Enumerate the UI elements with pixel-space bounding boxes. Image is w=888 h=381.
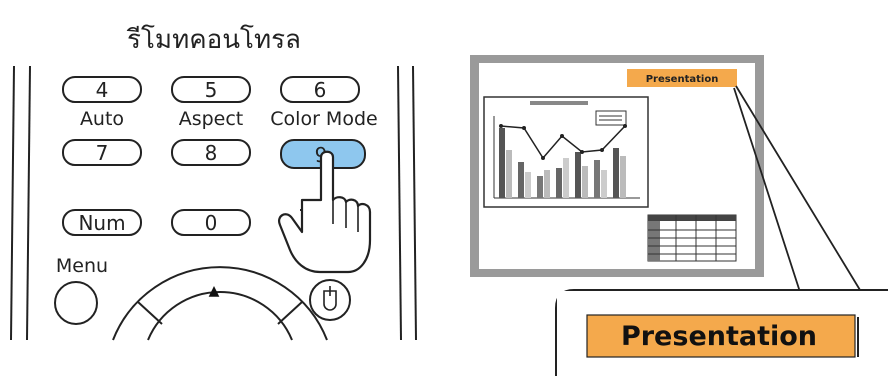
- key-num-label: Num: [78, 211, 125, 235]
- sample-chart-thumbnail: [483, 96, 649, 208]
- key-4[interactable]: 4: [62, 76, 142, 103]
- key-0-label: 0: [205, 211, 218, 235]
- arrow-pad[interactable]: ▲: [112, 266, 328, 341]
- key-8-label: 8: [205, 141, 218, 165]
- key-8[interactable]: 8: [171, 139, 251, 166]
- pointing-hand-icon: [278, 150, 372, 274]
- remote-right-edge-inner: [397, 65, 402, 341]
- presentation-badge-text: Presentation: [646, 74, 719, 85]
- color-mode-label: Color Mode: [270, 108, 377, 130]
- remote-left-edge-outer: [10, 65, 15, 341]
- key-5[interactable]: 5: [171, 76, 251, 103]
- remote-title: รีโมทคอนโทรล: [126, 24, 301, 55]
- presentation-badge: Presentation: [627, 69, 737, 87]
- auto-label: Auto: [80, 108, 124, 130]
- projector-diagram: รีโมทคอนโทรล 4 5 6 Auto Aspect Color Mod…: [10, 24, 888, 381]
- key-7-label: 7: [96, 141, 109, 165]
- key-6-label: 6: [314, 78, 327, 102]
- menu-button[interactable]: [54, 281, 98, 325]
- remote-left-edge-inner: [26, 65, 31, 341]
- callout-badge: Presentation: [586, 314, 859, 358]
- aspect-label: Aspect: [179, 108, 244, 130]
- remote-right-edge-outer: [412, 65, 417, 341]
- callout-badge-text: Presentation: [621, 321, 817, 352]
- key-5-label: 5: [205, 78, 218, 102]
- esc-button[interactable]: [309, 279, 351, 321]
- menu-label: Menu: [56, 255, 108, 277]
- remote-control: รีโมทคอนโทรล 4 5 6 Auto Aspect Color Mod…: [10, 24, 417, 341]
- key-7[interactable]: 7: [62, 139, 142, 166]
- up-arrow-icon: ▲: [209, 283, 220, 299]
- projected-screen: Presentation: [470, 55, 764, 277]
- key-0[interactable]: 0: [171, 209, 251, 236]
- sample-table-thumbnail: [647, 214, 737, 262]
- key-6[interactable]: 6: [280, 76, 360, 103]
- key-num[interactable]: Num: [62, 209, 142, 236]
- key-4-label: 4: [96, 78, 109, 102]
